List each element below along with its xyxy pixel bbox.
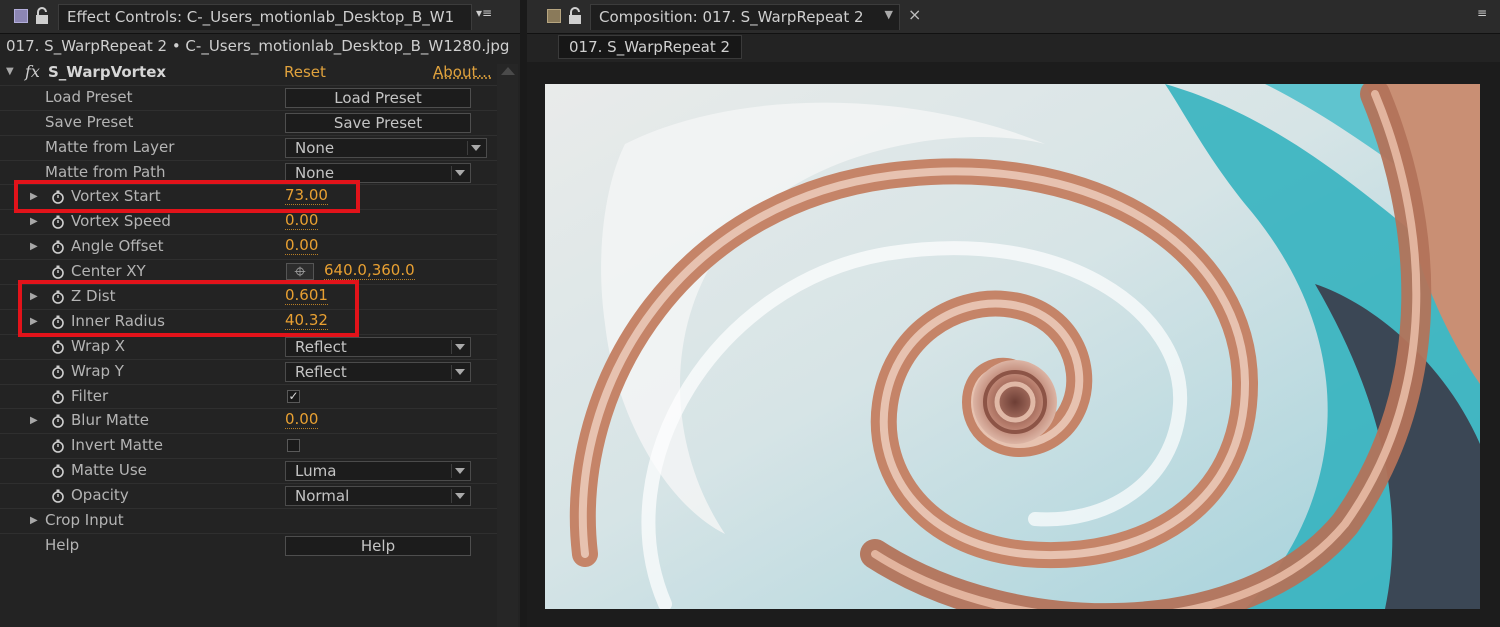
wrap-y-label: Wrap Y xyxy=(71,362,124,380)
dropdown-arrow-icon xyxy=(451,365,467,379)
row-load-preset: Load Preset Load Preset xyxy=(0,85,497,110)
row-matte-use: Matte Use Luma xyxy=(0,458,497,483)
twirl-triangle-icon[interactable]: ▶ xyxy=(30,216,38,227)
filter-checkbox[interactable]: ✓ xyxy=(287,390,300,403)
composition-viewer-image[interactable] xyxy=(545,84,1480,609)
row-filter: Filter ✓ xyxy=(0,384,497,409)
composition-tab[interactable]: Composition: 017. S_WarpRepeat 2 ▼ xyxy=(590,4,900,30)
wrap-x-label: Wrap X xyxy=(71,337,126,355)
comp-name-tab[interactable]: 017. S_WarpRepeat 2 xyxy=(558,35,742,59)
help-button[interactable]: Help xyxy=(285,536,471,556)
stopwatch-icon[interactable] xyxy=(51,464,65,478)
effect-controls-panel: Effect Controls: C-_Users_motionlab_Desk… xyxy=(0,0,520,627)
dropdown-arrow-icon xyxy=(451,489,467,503)
row-angle-offset: ▶ Angle Offset 0.00 xyxy=(0,234,497,259)
stopwatch-icon[interactable] xyxy=(51,489,65,503)
about-link[interactable]: About... xyxy=(433,63,492,81)
matte-from-layer-value: None xyxy=(295,139,335,157)
panel-menu-icon[interactable]: ≡ xyxy=(1477,6,1487,20)
matte-use-dropdown[interactable]: Luma xyxy=(285,461,471,481)
stopwatch-icon[interactable] xyxy=(51,414,65,428)
row-opacity: Opacity Normal xyxy=(0,483,497,508)
effect-header[interactable]: ▼ fx S_WarpVortex Reset About... xyxy=(0,61,497,85)
tab-dropdown-icon[interactable]: ▼ xyxy=(885,8,893,21)
stopwatch-icon[interactable] xyxy=(51,340,65,354)
load-preset-button[interactable]: Load Preset xyxy=(285,88,471,108)
matte-from-path-label: Matte from Path xyxy=(45,163,166,181)
panel-swatch-icon[interactable] xyxy=(547,9,561,23)
twirl-triangle-icon[interactable]: ▶ xyxy=(30,241,38,252)
reset-link[interactable]: Reset xyxy=(284,63,326,81)
vortex-speed-label: Vortex Speed xyxy=(71,212,171,230)
opacity-value: Normal xyxy=(295,487,350,505)
effect-controls-tabbar: Effect Controls: C-_Users_motionlab_Desk… xyxy=(0,0,520,34)
highlight-box-zdist-radius xyxy=(18,280,359,337)
matte-from-layer-label: Matte from Layer xyxy=(45,138,175,156)
composition-panel: Composition: 017. S_WarpRepeat 2 ▼ × ≡ 01… xyxy=(527,0,1500,627)
save-preset-label: Save Preset xyxy=(45,113,134,131)
close-icon[interactable]: × xyxy=(908,5,921,24)
row-matte-from-layer: Matte from Layer None xyxy=(0,135,497,160)
stopwatch-icon[interactable] xyxy=(51,215,65,229)
row-crop-input: ▶ Crop Input xyxy=(0,508,497,533)
center-xy-value[interactable]: 640.0,360.0 xyxy=(324,262,415,280)
vortex-speed-value[interactable]: 0.00 xyxy=(285,212,319,230)
panel-swatch-icon[interactable] xyxy=(14,9,28,23)
angle-offset-value[interactable]: 0.00 xyxy=(285,237,319,255)
crop-input-label[interactable]: Crop Input xyxy=(45,511,124,529)
row-wrap-x: Wrap X Reflect xyxy=(0,334,497,359)
wrap-y-dropdown[interactable]: Reflect xyxy=(285,362,471,382)
angle-offset-label: Angle Offset xyxy=(71,237,164,255)
stopwatch-icon[interactable] xyxy=(51,439,65,453)
opacity-label: Opacity xyxy=(71,486,129,504)
effect-name: S_WarpVortex xyxy=(48,63,167,81)
crosshair-icon[interactable] xyxy=(286,263,314,280)
stopwatch-icon[interactable] xyxy=(51,390,65,404)
wrap-y-value: Reflect xyxy=(295,363,347,381)
row-save-preset: Save Preset Save Preset xyxy=(0,110,497,135)
opacity-dropdown[interactable]: Normal xyxy=(285,486,471,506)
dropdown-arrow-icon xyxy=(451,340,467,354)
effect-controls-tab-label: Effect Controls: C-_Users_motionlab_Desk… xyxy=(67,8,455,26)
load-preset-label: Load Preset xyxy=(45,88,133,106)
lock-icon[interactable] xyxy=(34,7,50,25)
invert-matte-checkbox[interactable] xyxy=(287,439,300,452)
lock-icon[interactable] xyxy=(567,7,583,25)
dropdown-arrow-icon xyxy=(467,141,483,155)
row-wrap-y: Wrap Y Reflect xyxy=(0,359,497,384)
dropdown-arrow-icon xyxy=(451,464,467,478)
composition-tabbar: Composition: 017. S_WarpRepeat 2 ▼ × ≡ xyxy=(527,0,1500,34)
wrap-x-dropdown[interactable]: Reflect xyxy=(285,337,471,357)
center-xy-label: Center XY xyxy=(71,262,146,280)
composition-tab-label: Composition: 017. S_WarpRepeat 2 xyxy=(599,8,864,26)
help-label: Help xyxy=(45,536,80,554)
filter-label: Filter xyxy=(71,387,109,405)
layer-subtitle: 017. S_WarpRepeat 2 • C-_Users_motionlab… xyxy=(6,37,510,55)
row-help: Help Help xyxy=(0,533,497,558)
wrap-x-value: Reflect xyxy=(295,338,347,356)
twirl-triangle-icon[interactable]: ▶ xyxy=(30,415,38,426)
effect-controls-tab[interactable]: Effect Controls: C-_Users_motionlab_Desk… xyxy=(58,4,472,30)
highlight-box-vortex-start xyxy=(14,180,360,213)
dropdown-arrow-icon xyxy=(451,166,467,180)
matte-use-value: Luma xyxy=(295,462,337,480)
scroll-up-arrow-icon[interactable] xyxy=(501,67,515,75)
panel-menu-icon[interactable]: ▾≡ xyxy=(476,6,492,20)
scrollbar[interactable] xyxy=(497,64,518,627)
blur-matte-label: Blur Matte xyxy=(71,411,150,429)
matte-use-label: Matte Use xyxy=(71,461,147,479)
stopwatch-icon[interactable] xyxy=(51,365,65,379)
fx-icon[interactable]: fx xyxy=(25,62,40,81)
stopwatch-icon[interactable] xyxy=(51,240,65,254)
invert-matte-label: Invert Matte xyxy=(71,436,163,454)
twirl-triangle-icon[interactable]: ▶ xyxy=(30,515,38,526)
twirl-triangle-icon[interactable]: ▼ xyxy=(6,66,14,77)
matte-from-layer-dropdown[interactable]: None xyxy=(285,138,487,158)
stopwatch-icon[interactable] xyxy=(51,265,65,279)
blur-matte-value[interactable]: 0.00 xyxy=(285,411,319,429)
row-invert-matte: Invert Matte xyxy=(0,433,497,458)
save-preset-button[interactable]: Save Preset xyxy=(285,113,471,133)
row-blur-matte: ▶ Blur Matte 0.00 xyxy=(0,408,497,433)
